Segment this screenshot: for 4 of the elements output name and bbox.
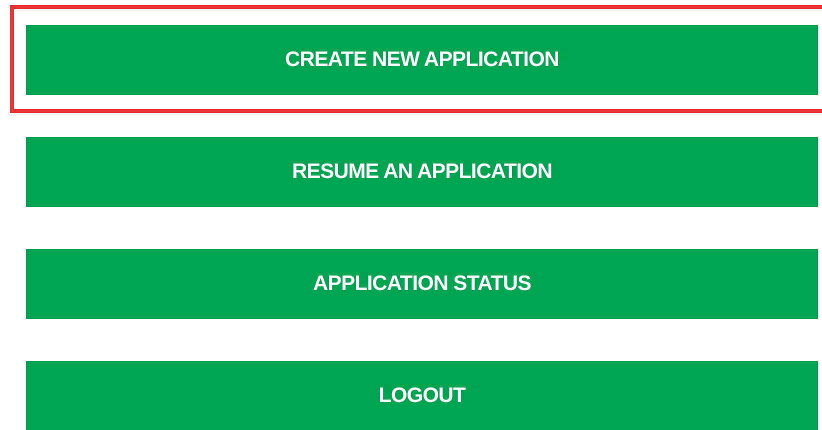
menu-button[interactable]: APPLICATION STATUS	[26, 249, 818, 319]
menu-button[interactable]: LOGOUT	[26, 361, 818, 430]
menu-button[interactable]: RESUME AN APPLICATION	[26, 137, 818, 207]
menu-button[interactable]: CREATE NEW APPLICATION	[26, 25, 818, 95]
